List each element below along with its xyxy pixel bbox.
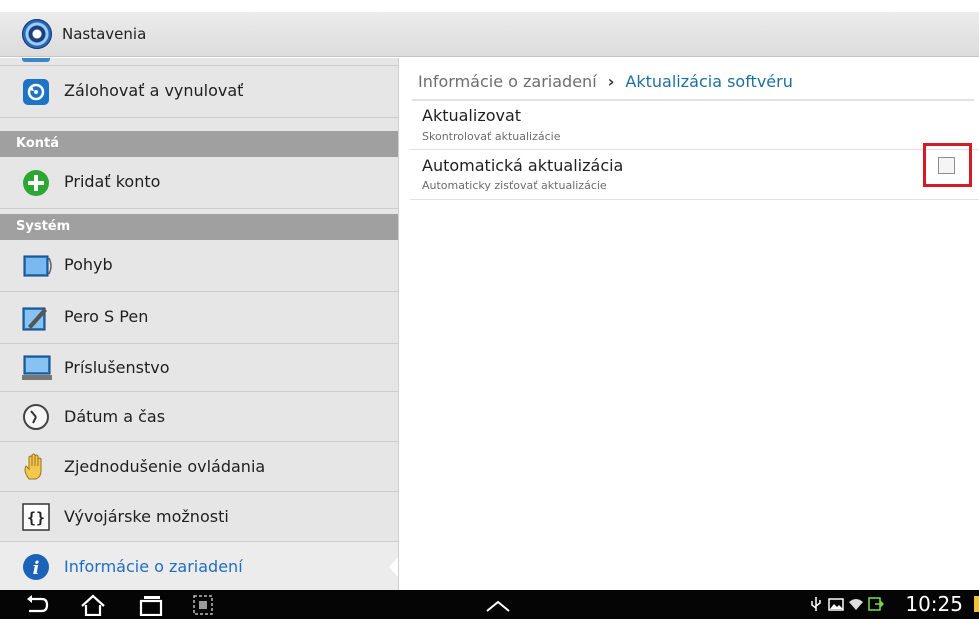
update-now-item[interactable]: Aktualizovat Skontrolovať aktualizácie: [410, 101, 979, 150]
chevron-up-icon[interactable]: [484, 594, 512, 616]
back-icon[interactable]: [24, 594, 50, 616]
s-pen-icon: [22, 307, 47, 331]
sidebar-item-label: Informácie o zariadení: [64, 557, 243, 576]
breadcrumb-current: Aktualizácia softvéru: [625, 72, 793, 91]
sidebar-item-label: Zjednodušenie ovládania: [64, 457, 266, 476]
action-bar: Nastavenia: [0, 12, 979, 57]
section-header-system: Systém: [0, 214, 398, 240]
system-navigation-bar: 10:25: [0, 590, 979, 619]
sidebar-item-developer-options[interactable]: {} Vývojárske možnosti: [0, 492, 398, 542]
info-icon: i: [23, 554, 49, 580]
sidebar-item-label: Príslušenstvo: [64, 358, 170, 377]
sidebar-item-label: Pero S Pen: [64, 307, 149, 326]
top-gap: [0, 0, 979, 12]
sidebar-item-motion[interactable]: Pohyb: [0, 240, 398, 292]
sidebar-item-label: Pohyb: [64, 255, 113, 274]
sidebar-item-s-pen[interactable]: Pero S Pen: [0, 292, 398, 344]
sidebar-item-label: Pridať konto: [64, 172, 161, 191]
battery-icon: [974, 596, 979, 612]
accessory-icon: [22, 355, 52, 380]
sidebar-item-accessibility[interactable]: Zjednodušenie ovládania: [0, 442, 398, 492]
auto-update-item[interactable]: Automatická aktualizácia Automaticky zis…: [410, 150, 979, 200]
pref-title: Aktualizovat: [422, 106, 522, 125]
sidebar-item-add-account[interactable]: Pridať konto: [0, 157, 398, 209]
pref-summary: Skontrolovať aktualizácie: [422, 130, 561, 143]
settings-sidebar[interactable]: Zálohovať a vynulovať Kontá Pridať konto…: [0, 58, 399, 590]
gallery-icon: [828, 598, 844, 611]
svg-text:i: i: [33, 558, 40, 579]
pref-summary: Automaticky zisťovať aktualizácie: [422, 179, 607, 192]
recent-apps-icon[interactable]: [138, 594, 164, 616]
breadcrumb-parent[interactable]: Informácie o zariadení: [418, 72, 597, 91]
selection-pointer: [389, 555, 398, 579]
sidebar-item-label: Zálohovať a vynulovať: [64, 81, 244, 100]
motion-icon: [23, 255, 52, 277]
svg-text:{}: {}: [27, 509, 45, 527]
hand-icon: [24, 453, 42, 480]
sidebar-item-label: Dátum a čas: [64, 407, 166, 426]
breadcrumb: Informácie o zariadení › Aktualizácia so…: [418, 72, 793, 91]
sidebar-item-cloud-partial[interactable]: [0, 58, 398, 66]
auto-update-checkbox[interactable]: [938, 157, 955, 174]
pref-title: Automatická aktualizácia: [422, 156, 624, 175]
cloud-icon: [22, 58, 50, 62]
breadcrumb-separator: ›: [607, 72, 615, 91]
sidebar-item-label: Vývojárske možnosti: [64, 507, 229, 526]
usb-icon: [811, 597, 821, 611]
screenshot-icon[interactable]: [192, 594, 214, 616]
clock-icon: [23, 404, 49, 430]
home-icon[interactable]: [80, 594, 106, 616]
app-title: Nastavenia: [62, 25, 147, 43]
settings-app-icon[interactable]: [22, 19, 52, 49]
developer-braces-icon: {}: [22, 503, 50, 531]
backup-reset-icon: [23, 79, 49, 105]
wifi-icon: [849, 599, 863, 610]
sidebar-item-backup[interactable]: Zálohovať a vynulovať: [0, 66, 398, 118]
sidebar-item-accessory[interactable]: Príslušenstvo: [0, 344, 398, 392]
add-account-icon: [23, 170, 49, 196]
sync-icon: [868, 597, 884, 611]
section-header-accounts: Kontá: [0, 131, 398, 157]
detail-panel: Informácie o zariadení › Aktualizácia so…: [400, 58, 979, 590]
sidebar-item-date-time[interactable]: Dátum a čas: [0, 392, 398, 442]
sidebar-item-device-info[interactable]: i Informácie o zariadení: [0, 542, 398, 590]
status-clock: 10:25: [905, 592, 963, 616]
